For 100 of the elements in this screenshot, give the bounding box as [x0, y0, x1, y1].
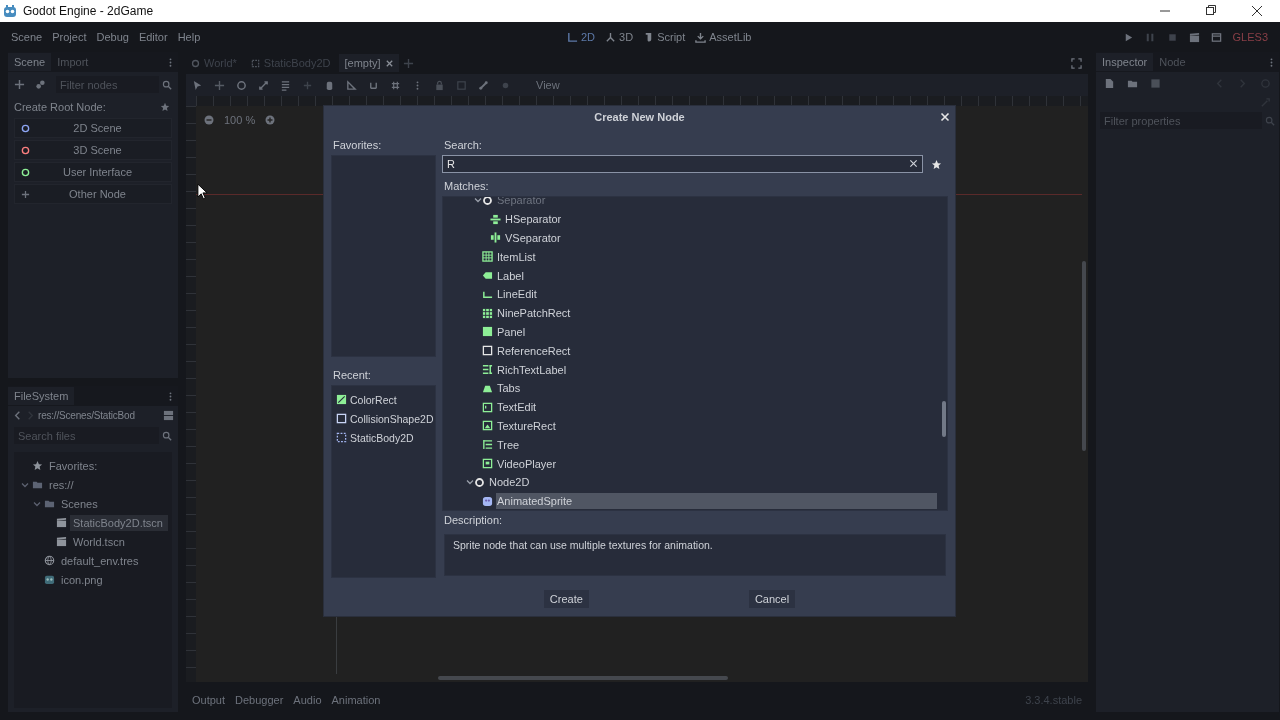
recent-item[interactable]: ColorRect [350, 393, 397, 406]
tree-item[interactable]: LineEdit [496, 286, 937, 303]
menu-item[interactable]: Project [52, 31, 87, 43]
tree-item[interactable]: Node2D [488, 474, 937, 491]
close-icon[interactable] [384, 58, 394, 68]
section-label: Description: [443, 513, 504, 528]
file-item[interactable]: res:// [46, 476, 168, 493]
file-item[interactable]: default_env.tres [58, 552, 168, 569]
tree-item[interactable]: Tree [496, 436, 937, 453]
root-node-button[interactable]: 3D Scene [14, 140, 172, 160]
star-icon[interactable] [931, 158, 942, 170]
tree-item[interactable]: Tabs [496, 380, 937, 397]
description-text: Sprite node that can use multiple textures for animation. [453, 539, 713, 551]
horizontal-separator-icon [490, 213, 501, 225]
search-icon [162, 430, 172, 441]
section-heading: Create Root Node: [14, 101, 107, 113]
nine-grid-icon [482, 307, 493, 319]
window-icon[interactable] [1210, 31, 1222, 43]
scrollbar[interactable] [438, 676, 728, 680]
tree-item[interactable]: Panel [496, 323, 937, 340]
workspace-tab[interactable]: AssetLib [693, 31, 754, 43]
file-item[interactable]: Scenes [58, 495, 168, 512]
root-node-button[interactable]: 2D Scene [14, 118, 172, 138]
tree-item[interactable]: VideoPlayer [496, 455, 937, 472]
path-field[interactable]: res://Scenes/StaticBod [38, 410, 161, 421]
scale-icon[interactable] [258, 79, 269, 91]
section-label: Recent: [332, 368, 372, 383]
pause-icon[interactable] [1144, 31, 1156, 43]
root-node-button[interactable]: User Interface [14, 162, 172, 182]
axes-icon [567, 31, 578, 43]
file-item[interactable]: World.tscn [70, 533, 168, 550]
bottom-panel-tab[interactable]: Animation [331, 694, 381, 706]
file-item[interactable]: StaticBody2D.tscn [70, 514, 168, 531]
tree-item[interactable]: NinePatchRect [496, 305, 937, 322]
dock-title: FileSystem [8, 387, 75, 405]
add-icon[interactable] [14, 79, 25, 90]
tree-item[interactable]: RichTextLabel [496, 361, 937, 378]
file-item[interactable]: icon.png [58, 571, 168, 588]
view-menu[interactable]: View [536, 79, 560, 91]
ruler-icon[interactable] [346, 79, 357, 91]
list-icon[interactable] [280, 79, 291, 91]
window-title: Godot Engine - 2dGame [23, 4, 154, 18]
bone-icon[interactable] [478, 79, 489, 91]
image-icon [482, 420, 493, 432]
rotate-icon[interactable] [236, 79, 247, 91]
fullscreen-icon[interactable] [1071, 57, 1082, 69]
new-file-icon[interactable] [1104, 78, 1115, 89]
menu-item[interactable]: Debug [96, 31, 129, 43]
link-icon[interactable] [35, 79, 46, 90]
scrollbar[interactable] [1082, 261, 1086, 451]
video-frame-icon [482, 458, 493, 470]
recent-item[interactable]: StaticBody2D [350, 431, 414, 444]
hand-icon[interactable] [324, 79, 335, 91]
folder-icon[interactable] [1127, 78, 1138, 89]
root-node-button[interactable]: Other Node [14, 184, 172, 204]
add-tab-icon[interactable] [402, 57, 414, 69]
frame-icon [482, 345, 493, 357]
save-icon[interactable] [1150, 78, 1161, 89]
dialog-button[interactable]: Create [543, 590, 589, 608]
bottom-panel-tab[interactable]: Audio [293, 694, 322, 706]
scrollbar-thumb[interactable] [942, 401, 946, 437]
recent-item[interactable]: CollisionShape2D [350, 412, 434, 425]
workspace-tab[interactable]: 3D [603, 31, 636, 43]
bottom-panel-tab[interactable]: Debugger [235, 694, 284, 706]
back-icon[interactable] [12, 410, 23, 421]
zoom-level[interactable]: 100 % [224, 114, 256, 126]
dock-tab[interactable]: Scene [8, 53, 52, 71]
stop-icon[interactable] [1166, 31, 1178, 43]
clapperboard-icon[interactable] [1188, 31, 1200, 43]
zoom-in-icon[interactable] [265, 115, 276, 125]
dialog-button[interactable]: Cancel [748, 590, 796, 608]
star-icon[interactable] [160, 102, 170, 112]
clear-icon[interactable] [909, 159, 918, 168]
tree-item[interactable]: TextureRect [496, 417, 937, 434]
editor-tab[interactable]: [empty] [339, 54, 399, 72]
renderer-dropdown[interactable]: GLES3 [1232, 31, 1268, 43]
tree-item[interactable]: ItemList [496, 248, 937, 265]
tree-item[interactable]: AnimatedSprite [496, 493, 937, 510]
zoom-out-icon[interactable] [204, 115, 214, 125]
tree-item[interactable]: TextEdit [496, 399, 937, 416]
dialog-title: Create New Node [594, 111, 685, 123]
filter-field[interactable]: Filter nodes [56, 76, 159, 93]
search-field[interactable]: R [442, 155, 923, 173]
dock-tab[interactable]: Inspector [1096, 53, 1154, 71]
menu-item[interactable]: Editor [138, 31, 168, 43]
move-icon[interactable] [214, 79, 225, 91]
select-arrow-icon[interactable] [192, 79, 203, 91]
workspace-tab[interactable]: Script [641, 31, 688, 43]
lock-icon[interactable] [434, 79, 445, 91]
menu-item[interactable]: Help [177, 31, 201, 43]
menu-item[interactable]: Scene [11, 31, 43, 43]
bottom-panel-tab[interactable]: Output [192, 694, 226, 706]
tree-item[interactable]: Label [496, 267, 937, 284]
circle-icon [474, 476, 485, 488]
folder-icon [32, 479, 43, 490]
tree-item[interactable]: ReferenceRect [496, 342, 937, 359]
grid-icon[interactable] [390, 79, 401, 91]
split-view-icon[interactable] [163, 410, 174, 421]
file-item[interactable]: Favorites: [46, 457, 168, 474]
workspace-tab[interactable]: 2D [565, 31, 598, 43]
